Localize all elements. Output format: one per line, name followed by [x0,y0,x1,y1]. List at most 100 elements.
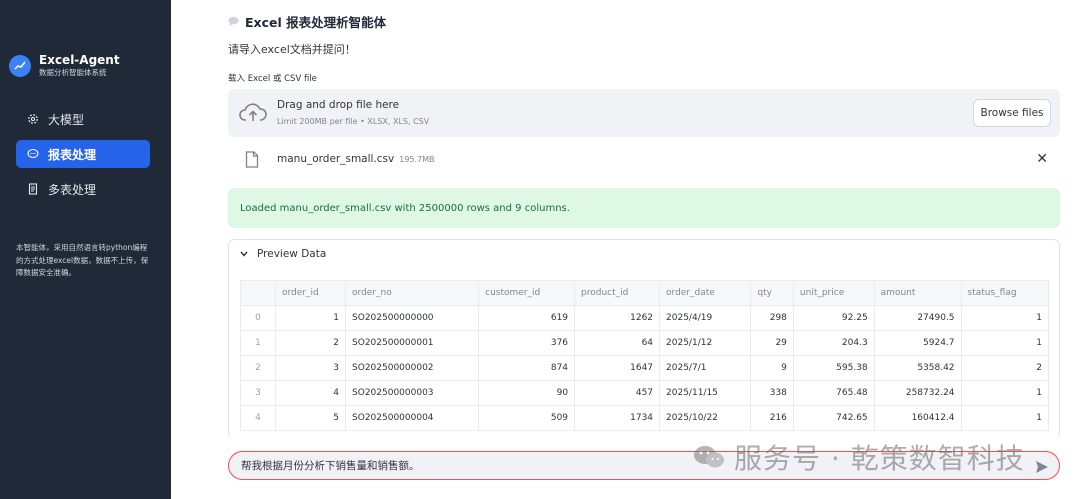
table-cell[interactable]: 1 [960,305,1050,331]
row-index: 0 [240,305,276,331]
table-cell[interactable]: 5358.42 [873,355,962,381]
table-cell[interactable]: 1262 [574,305,661,331]
dropzone-limit-text: Limit 200MB per file • XLSX, XLS, CSV [277,117,430,126]
chat-input[interactable] [241,459,1059,472]
file-icon [245,151,259,172]
table-cell[interactable]: SO202500000002 [345,355,480,381]
brand-subtitle: 数据分析智能体系统 [39,68,107,77]
sidebar-item-llm[interactable]: 大模型 [16,105,150,133]
page-title-text: Excel 报表处理析智能体 [245,15,387,30]
preview-expander-header[interactable]: Preview Data [229,240,1059,268]
file-name-text: manu_order_small.csv [277,153,395,165]
chart-logo-icon [9,55,31,77]
table-cell[interactable]: 1 [274,305,347,331]
prompt-text: 请导入excel文档并提问！ [228,43,356,56]
sidebar-item-label: 报表处理 [48,147,97,162]
table-cell[interactable]: 29 [750,330,794,356]
column-header[interactable]: order_date [659,280,752,306]
send-icon[interactable] [1035,459,1049,473]
table-cell[interactable]: 64 [574,330,661,356]
sidebar-item-multi-table[interactable]: 多表处理 [16,175,150,203]
table-cell[interactable]: 5 [274,405,347,431]
table-row: 0 1 SO202500000000 619 1262 2025/4/19 29… [240,305,1050,331]
table-cell[interactable]: 204.3 [792,330,875,356]
table-cell[interactable]: 27490.5 [873,305,962,331]
table-row: 3 4 SO202500000003 90 457 2025/11/15 338… [240,380,1050,406]
gear-icon [26,113,39,126]
preview-expander-label: Preview Data [257,248,327,260]
row-index: 4 [240,405,276,431]
table-cell[interactable]: 765.48 [792,380,875,406]
file-name: manu_order_small.csv 195.7MB [277,153,435,165]
brand-title: Excel-Agent [39,53,120,67]
table-row: 2 3 SO202500000002 874 1647 2025/7/1 9 5… [240,355,1050,381]
uploaded-file: manu_order_small.csv 195.7MB ✕ [228,147,1060,173]
sidebar-item-label: 大模型 [48,112,85,127]
table-cell[interactable]: 2025/1/12 [659,330,752,356]
table-cell[interactable]: 1 [960,330,1050,356]
table-row: 4 5 SO202500000004 509 1734 2025/10/22 2… [240,405,1050,431]
table-cell[interactable]: SO202500000003 [345,380,480,406]
browse-files-button[interactable]: Browse files [973,99,1051,127]
table-cell[interactable]: 3 [274,355,347,381]
remove-file-button[interactable]: ✕ [1036,151,1048,167]
table-cell[interactable]: 742.65 [792,405,875,431]
table-cell[interactable]: 1647 [574,355,661,381]
table-cell[interactable]: 9 [750,355,794,381]
table-cell[interactable]: 595.38 [792,355,875,381]
table-cell[interactable]: 258732.24 [873,380,962,406]
table-cell[interactable]: 1734 [574,405,661,431]
table-cell[interactable]: 509 [478,405,576,431]
table-cell[interactable]: 2025/7/1 [659,355,752,381]
table-cell[interactable]: 160412.4 [873,405,962,431]
table-cell[interactable]: 2025/4/19 [659,305,752,331]
table-cell[interactable]: SO202500000000 [345,305,480,331]
column-header[interactable]: unit_price [792,280,875,306]
main-content: Excel 报表处理析智能体 请导入excel文档并提问！ 载入 Excel 或… [228,0,1060,499]
cloud-upload-icon [239,102,267,128]
column-header[interactable]: status_flag [960,280,1050,306]
table-cell[interactable]: 92.25 [792,305,875,331]
column-header[interactable] [240,280,276,306]
column-header[interactable]: amount [873,280,962,306]
document-icon [26,183,39,196]
column-header[interactable]: order_id [274,280,347,306]
table-cell[interactable]: 457 [574,380,661,406]
table-cell[interactable]: 338 [750,380,794,406]
table-cell[interactable]: SO202500000001 [345,330,480,356]
table-cell[interactable]: 90 [478,380,576,406]
sidebar-item-report[interactable]: 报表处理 [16,140,150,168]
column-header[interactable]: customer_id [478,280,576,306]
table-cell[interactable]: 874 [478,355,576,381]
app-window: Excel-Agent 数据分析智能体系统 大模型 报表处理 多表处理 本智能体… [0,0,1080,499]
sidebar: Excel-Agent 数据分析智能体系统 大模型 报表处理 多表处理 本智能体… [0,0,171,499]
success-alert: Loaded manu_order_small.csv with 2500000… [228,188,1060,228]
table-cell[interactable]: 1 [960,405,1050,431]
table-cell[interactable]: 5924.7 [873,330,962,356]
file-size: 195.7MB [399,155,435,164]
table-cell[interactable]: 2 [274,330,347,356]
column-header[interactable]: order_no [345,280,480,306]
table-cell[interactable]: 619 [478,305,576,331]
sidebar-description: 本智能体，采用自然语言转python编程的方式处理excel数据，数据不上传，保… [16,243,149,277]
chat-input-container [228,451,1060,480]
table-cell[interactable]: 298 [750,305,794,331]
table-cell[interactable]: SO202500000004 [345,405,480,431]
table-cell[interactable]: 1 [960,380,1050,406]
table-cell[interactable]: 2025/11/15 [659,380,752,406]
sidebar-nav: 大模型 报表处理 多表处理 [16,105,150,210]
table-cell[interactable]: 2 [960,355,1050,381]
file-dropzone[interactable]: Drag and drop file here Limit 200MB per … [228,89,1060,137]
sidebar-item-label: 多表处理 [48,182,97,197]
row-index: 2 [240,355,276,381]
dropzone-main-text: Drag and drop file here [277,99,400,111]
table-cell[interactable]: 4 [274,380,347,406]
column-header[interactable]: product_id [574,280,661,306]
row-index: 1 [240,330,276,356]
row-index: 3 [240,380,276,406]
column-header[interactable]: qty [750,280,794,306]
table-cell[interactable]: 376 [478,330,576,356]
preview-table[interactable]: order_id order_no customer_id product_id… [240,280,1050,431]
table-cell[interactable]: 2025/10/22 [659,405,752,431]
table-cell[interactable]: 216 [750,405,794,431]
